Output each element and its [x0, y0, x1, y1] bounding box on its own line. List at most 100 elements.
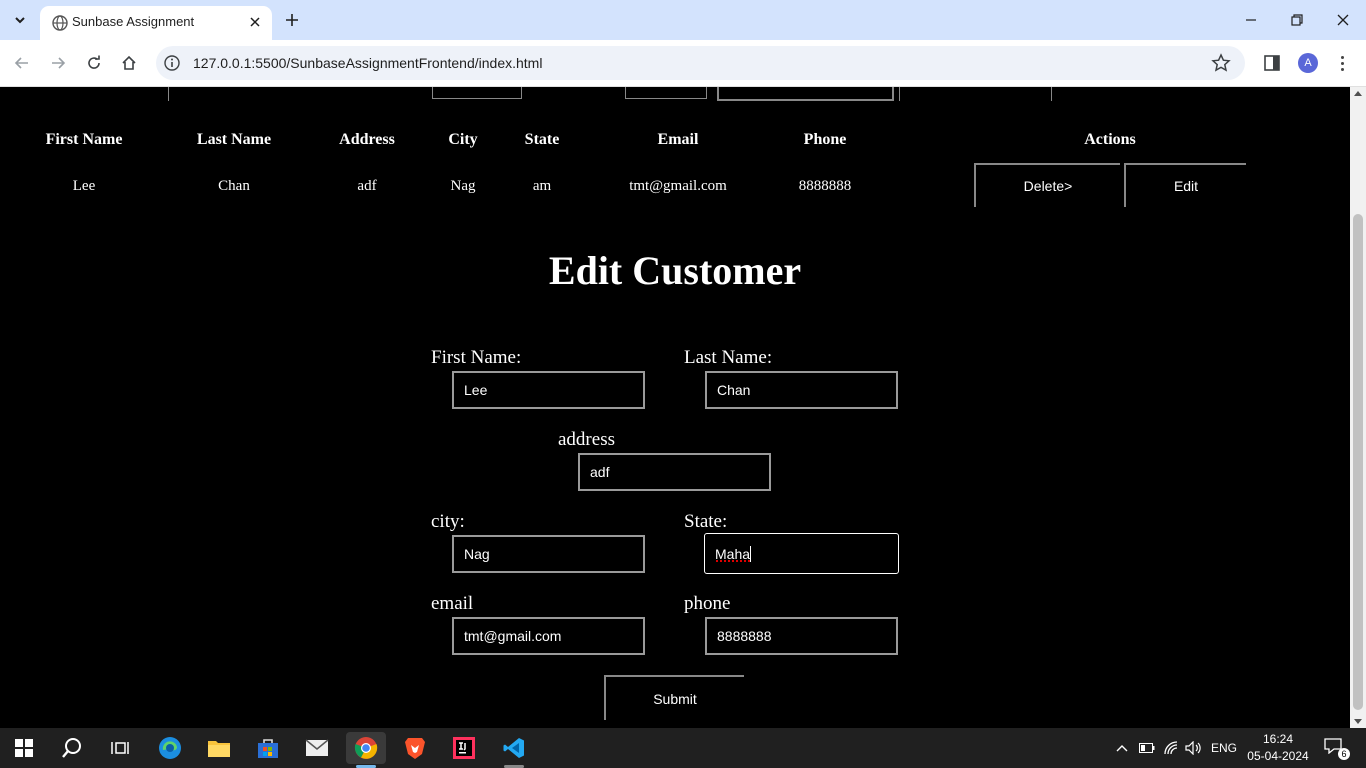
edit-button[interactable]: Edit	[1124, 163, 1246, 207]
minimize-button[interactable]	[1228, 8, 1274, 32]
search-icon	[62, 738, 81, 758]
forward-button[interactable]	[46, 51, 70, 75]
browser-tab[interactable]: Sunbase Assignment	[40, 6, 272, 40]
notification-count-badge: 6	[1338, 748, 1350, 760]
intellij-icon	[453, 737, 475, 759]
search-select-fragment[interactable]	[717, 87, 894, 101]
battery-icon	[1139, 743, 1155, 753]
close-tab-icon[interactable]	[246, 13, 264, 31]
last-name-input[interactable]	[705, 371, 898, 409]
chevron-down-icon	[15, 17, 25, 24]
scrollbar-thumb[interactable]	[1353, 214, 1363, 710]
home-button[interactable]	[117, 51, 141, 75]
cell-phone: 8888888	[798, 178, 852, 194]
volume-control[interactable]	[1184, 728, 1204, 768]
first-name-label: First Name:	[431, 347, 522, 368]
vscode-app[interactable]	[494, 732, 534, 768]
show-hidden-icons-button[interactable]	[1112, 728, 1132, 768]
new-tab-button[interactable]	[282, 10, 302, 30]
search-field-fragment[interactable]	[432, 87, 522, 99]
taskbar: ENG 16:24 05-04-2024 6	[0, 728, 1366, 768]
search-button[interactable]	[52, 732, 92, 764]
windows-logo-icon	[15, 739, 33, 757]
input-language[interactable]: ENG	[1208, 728, 1240, 768]
state-input[interactable]	[704, 533, 899, 574]
speaker-icon	[1185, 741, 1201, 755]
plus-icon	[286, 14, 298, 26]
file-explorer-app[interactable]	[199, 732, 239, 764]
taskbar-clock[interactable]: 16:24 05-04-2024	[1244, 731, 1312, 765]
browser-toolbar: 127.0.0.1:5500/SunbaseAssignmentFrontend…	[0, 40, 1366, 87]
edge-icon	[159, 737, 181, 759]
wifi-icon	[1164, 741, 1178, 755]
bookmark-star-icon[interactable]	[1211, 53, 1231, 73]
menu-dots-icon[interactable]	[1334, 52, 1350, 74]
delete-button[interactable]: Delete>	[974, 163, 1120, 207]
th-actions: Actions	[1084, 131, 1136, 148]
url-text[interactable]: 127.0.0.1:5500/SunbaseAssignmentFrontend…	[193, 55, 542, 71]
th-last-name: Last Name	[196, 131, 272, 148]
store-app[interactable]	[248, 732, 288, 764]
tab-search-button[interactable]	[8, 8, 32, 32]
clock-date: 05-04-2024	[1247, 749, 1309, 763]
cell-address: adf	[357, 178, 377, 194]
cell-first-name: Lee	[72, 178, 96, 194]
scroll-down-arrow-icon[interactable]	[1354, 719, 1362, 724]
profile-avatar[interactable]: A	[1298, 53, 1318, 73]
page-viewport: First Name Last Name Address City State …	[0, 87, 1350, 728]
text-caret	[750, 546, 751, 562]
reload-button[interactable]	[82, 51, 106, 75]
email-input[interactable]	[452, 617, 645, 655]
th-email: Email	[657, 131, 699, 148]
email-label: email	[431, 593, 474, 614]
task-view-icon	[111, 742, 129, 754]
restore-icon	[1291, 14, 1303, 26]
store-icon	[258, 739, 278, 758]
state-label: State:	[684, 511, 728, 532]
notification-center-button[interactable]: 6	[1324, 738, 1350, 760]
cell-email: tmt@gmail.com	[629, 178, 727, 194]
phone-input[interactable]	[705, 617, 898, 655]
brave-app[interactable]	[395, 732, 435, 764]
search-row-divider	[899, 87, 900, 101]
info-icon[interactable]	[164, 55, 180, 71]
city-input[interactable]	[452, 535, 645, 573]
task-view-button[interactable]	[100, 732, 140, 764]
globe-icon	[52, 15, 68, 31]
scroll-up-arrow-icon[interactable]	[1354, 91, 1362, 96]
battery-status[interactable]	[1137, 728, 1157, 768]
th-city: City	[448, 131, 478, 148]
first-name-input[interactable]	[452, 371, 645, 409]
submit-button[interactable]: Submit	[604, 675, 744, 720]
start-button[interactable]	[4, 732, 44, 764]
intellij-app[interactable]	[444, 732, 484, 764]
page-scrollbar[interactable]	[1350, 87, 1366, 728]
th-phone: Phone	[803, 131, 847, 148]
network-status[interactable]	[1162, 728, 1182, 768]
mail-app[interactable]	[297, 732, 337, 764]
cell-last-name: Chan	[218, 178, 250, 194]
th-first-name: First Name	[45, 131, 123, 148]
cell-state: am	[532, 178, 552, 194]
arrow-right-icon	[52, 57, 66, 69]
brave-icon	[405, 738, 425, 759]
chevron-up-icon	[1116, 745, 1128, 752]
chrome-icon	[354, 737, 378, 759]
search-field-fragment[interactable]	[625, 87, 707, 99]
restore-button[interactable]	[1274, 8, 1320, 32]
search-row-divider	[168, 87, 169, 101]
tab-title: Sunbase Assignment	[72, 14, 195, 29]
spellcheck-underline	[716, 560, 750, 562]
address-input[interactable]	[578, 453, 771, 491]
edge-app[interactable]	[150, 732, 190, 764]
back-button[interactable]	[10, 51, 34, 75]
address-label: address	[558, 429, 615, 450]
side-panel-icon[interactable]	[1262, 53, 1282, 73]
chrome-app[interactable]	[346, 732, 386, 768]
close-window-button[interactable]	[1320, 8, 1366, 32]
arrow-left-icon	[14, 57, 28, 69]
form-title: Edit Customer	[548, 248, 802, 293]
mail-icon	[305, 739, 329, 756]
address-bar[interactable]: 127.0.0.1:5500/SunbaseAssignmentFrontend…	[156, 46, 1245, 80]
city-label: city:	[431, 511, 465, 532]
